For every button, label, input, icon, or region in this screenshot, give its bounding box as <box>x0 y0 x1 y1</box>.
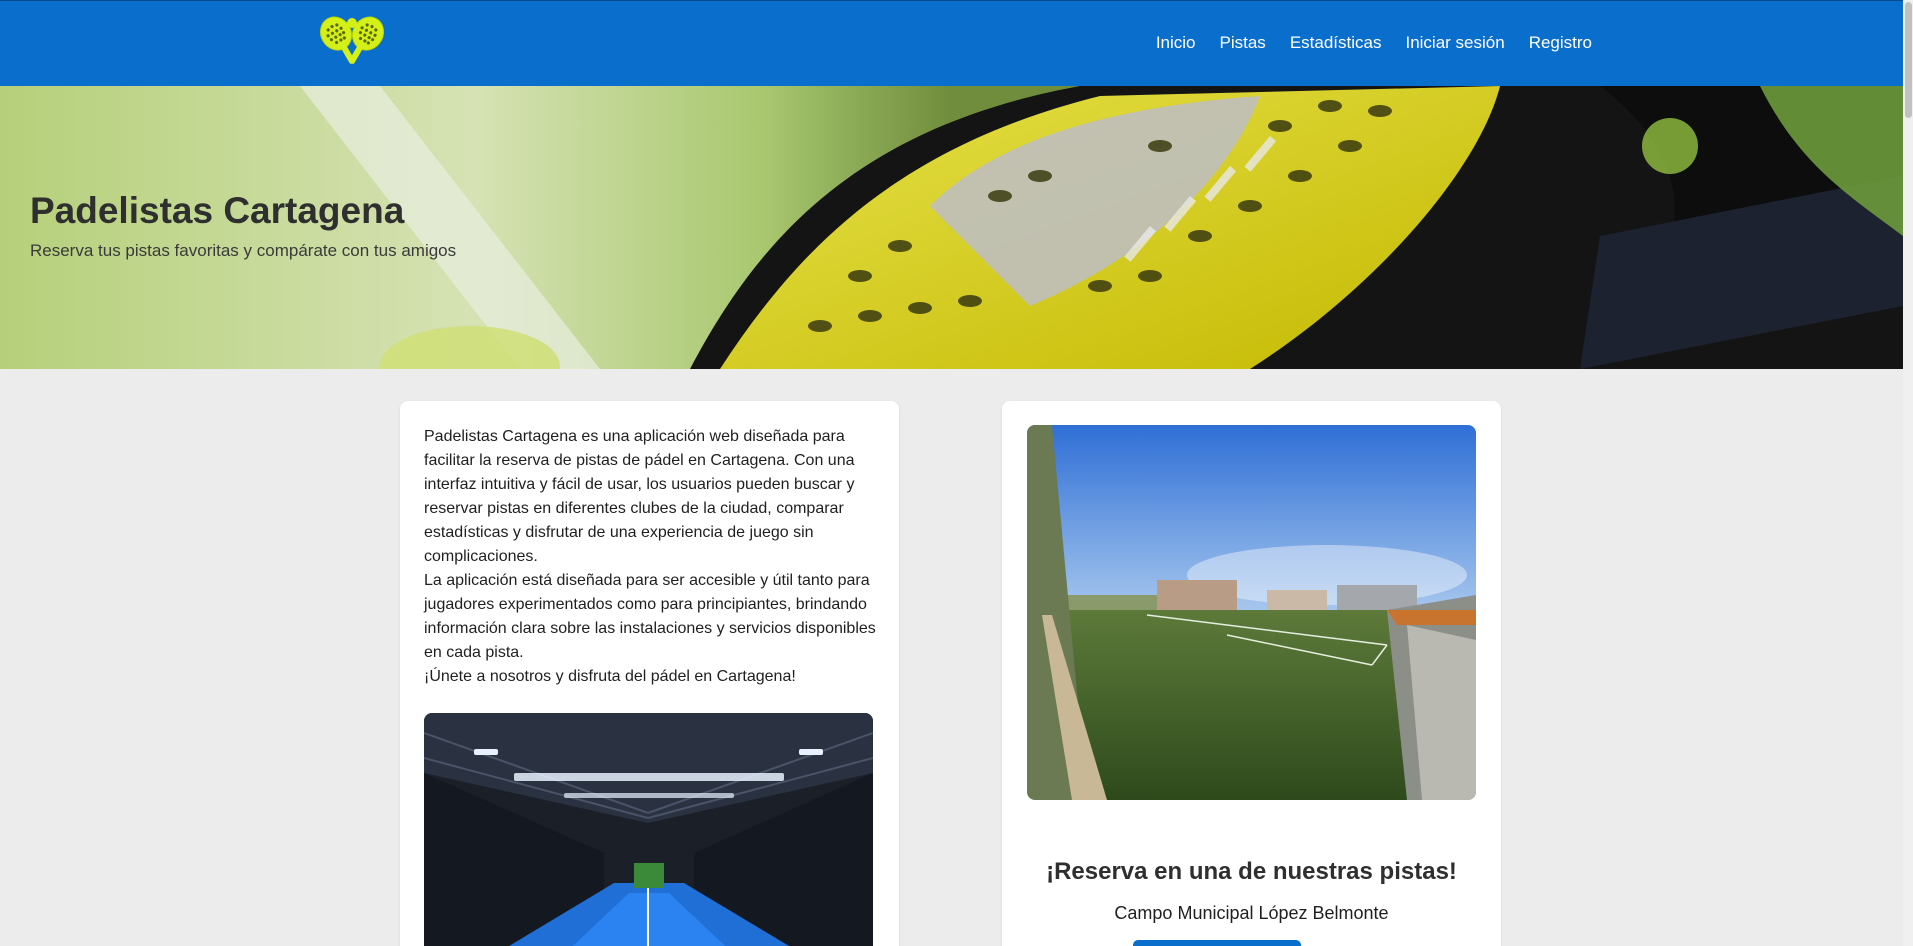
nav-link-inicio[interactable]: Inicio <box>1156 33 1196 53</box>
page-scrollbar-thumb[interactable] <box>1905 2 1912 118</box>
court-name: Campo Municipal López Belmonte <box>1114 903 1389 923</box>
nav-link-registro[interactable]: Registro <box>1529 33 1592 53</box>
outdoor-field-image <box>1027 425 1476 800</box>
nav-link-iniciar-sesion[interactable]: Iniciar sesión <box>1405 33 1504 53</box>
navbar: Inicio Pistas Estadísticas Iniciar sesió… <box>0 0 1903 86</box>
hero-subtitle: Reserva tus pistas favoritas y compárate… <box>30 241 457 260</box>
nav-link-estadisticas[interactable]: Estadísticas <box>1290 33 1382 53</box>
reserve-card: ¡Reserva en una de nuestras pistas! Camp… <box>1002 401 1501 946</box>
indoor-padel-court-image <box>424 713 873 946</box>
nav-link-pistas[interactable]: Pistas <box>1220 33 1266 53</box>
about-text: Padelistas Cartagena es una aplicación w… <box>424 425 876 689</box>
crossed-padel-rackets-icon[interactable] <box>310 15 394 71</box>
about-paragraph-2: La aplicación está diseñada para ser acc… <box>424 572 876 661</box>
about-card: Padelistas Cartagena es una aplicación w… <box>400 401 899 946</box>
about-paragraph-1: Padelistas Cartagena es una aplicación w… <box>424 428 855 565</box>
reserve-button[interactable] <box>1133 940 1301 946</box>
hero-title: Padelistas Cartagena <box>30 190 405 231</box>
hero-banner: Padelistas Cartagena Reserva tus pistas … <box>0 86 1903 369</box>
page-scrollbar[interactable] <box>1903 0 1913 946</box>
main-nav: Inicio Pistas Estadísticas Iniciar sesió… <box>1156 1 1592 85</box>
reserve-title: ¡Reserva en una de nuestras pistas! <box>1046 858 1457 885</box>
about-paragraph-3: ¡Únete a nosotros y disfruta del pádel e… <box>424 668 796 685</box>
